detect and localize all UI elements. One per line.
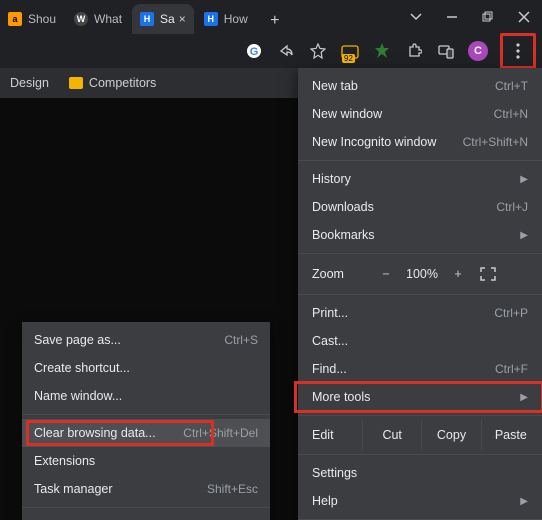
menu-downloads[interactable]: DownloadsCtrl+J <box>298 193 542 221</box>
tab-4[interactable]: H How <box>196 4 256 34</box>
extensions-puzzle-icon[interactable] <box>404 41 424 61</box>
menu-separator <box>298 160 542 161</box>
maximize-icon <box>482 11 494 23</box>
main-menu: New tabCtrl+T New windowCtrl+N New Incog… <box>298 68 542 520</box>
chevron-down-icon <box>410 11 422 23</box>
menu-separator <box>298 415 542 416</box>
zoom-label: Zoom <box>312 267 372 281</box>
tab-strip: a Shou W What H Sa × H How + <box>0 0 288 34</box>
profile-avatar[interactable]: C <box>468 41 488 61</box>
fullscreen-icon <box>480 267 496 281</box>
submenu-name-window[interactable]: Name window... <box>22 382 270 410</box>
menu-separator <box>22 507 270 508</box>
submenu-create-shortcut[interactable]: Create shortcut... <box>22 354 270 382</box>
tab-search-button[interactable] <box>398 3 434 31</box>
menu-cast[interactable]: Cast... <box>298 327 542 355</box>
fullscreen-button[interactable] <box>480 267 498 281</box>
menu-separator <box>22 414 270 415</box>
bookmark-folder-competitors[interactable]: Competitors <box>69 76 156 90</box>
tab-2[interactable]: W What <box>66 4 130 34</box>
folder-icon <box>69 77 83 89</box>
menu-zoom-row: Zoom − 100% + <box>298 258 542 290</box>
menu-find[interactable]: Find...Ctrl+F <box>298 355 542 383</box>
chevron-right-icon: ▶ <box>520 230 528 241</box>
menu-separator <box>298 253 542 254</box>
submenu-task-manager[interactable]: Task managerShift+Esc <box>22 475 270 503</box>
browser-window: a Shou W What H Sa × H How + <box>0 0 542 520</box>
submenu-save-page[interactable]: Save page as...Ctrl+S <box>22 326 270 354</box>
more-tools-submenu: Save page as...Ctrl+S Create shortcut...… <box>22 322 270 520</box>
menu-separator <box>298 454 542 455</box>
google-icon[interactable]: G <box>244 41 264 61</box>
close-tab-icon[interactable]: × <box>179 12 186 26</box>
menu-new-tab[interactable]: New tabCtrl+T <box>298 72 542 100</box>
menu-help[interactable]: Help▶ <box>298 487 542 515</box>
kebab-highlight-box <box>500 33 536 69</box>
menu-kebab-button[interactable] <box>504 37 532 65</box>
menu-settings[interactable]: Settings <box>298 459 542 487</box>
chevron-right-icon: ▶ <box>520 496 528 507</box>
favicon-4: H <box>204 12 218 26</box>
zoom-value: 100% <box>400 267 444 281</box>
menu-new-window[interactable]: New windowCtrl+N <box>298 100 542 128</box>
menu-more-tools[interactable]: More tools▶ <box>298 383 542 411</box>
tab-1[interactable]: a Shou <box>0 4 64 34</box>
menu-print[interactable]: Print...Ctrl+P <box>298 299 542 327</box>
bookmark-folder-label: Competitors <box>89 76 156 90</box>
extension-icon-1[interactable] <box>372 41 392 61</box>
title-bar: a Shou W What H Sa × H How + <box>0 0 542 34</box>
minimize-button[interactable] <box>434 3 470 31</box>
bookmark-item-design[interactable]: Design <box>10 76 49 90</box>
tab-title: How <box>224 12 248 26</box>
favicon-2: W <box>74 12 88 26</box>
tab-title: Shou <box>28 12 56 26</box>
new-tab-button[interactable]: + <box>262 8 288 34</box>
share-icon[interactable] <box>276 41 296 61</box>
zoom-in-button[interactable]: + <box>444 267 472 281</box>
menu-new-incognito[interactable]: New Incognito windowCtrl+Shift+N <box>298 128 542 156</box>
tab-title: Sa <box>160 12 175 26</box>
submenu-clear-browsing-data[interactable]: Clear browsing data...Ctrl+Shift+Del <box>22 419 270 447</box>
close-window-button[interactable] <box>506 3 542 31</box>
chevron-right-icon: ▶ <box>520 392 528 403</box>
maximize-button[interactable] <box>470 3 506 31</box>
tab-title: What <box>94 12 122 26</box>
tab-3[interactable]: H Sa × <box>132 4 194 34</box>
favicon-1: a <box>8 12 22 26</box>
minimize-icon <box>446 11 458 23</box>
svg-text:G: G <box>250 46 259 58</box>
toolbar: G 92 C <box>0 34 542 68</box>
zoom-out-button[interactable]: − <box>372 267 400 281</box>
menu-edit-row: Edit Cut Copy Paste <box>298 420 542 450</box>
extension-badge-count: 92 <box>342 54 355 63</box>
submenu-developer-tools[interactable]: Developer toolsCtrl+Shift+I <box>22 512 270 520</box>
menu-separator <box>298 294 542 295</box>
edit-label: Edit <box>312 428 362 442</box>
devices-icon[interactable] <box>436 41 456 61</box>
edit-copy-button[interactable]: Copy <box>421 420 480 450</box>
edit-cut-button[interactable]: Cut <box>362 420 421 450</box>
bookmark-star-icon[interactable] <box>308 41 328 61</box>
submenu-extensions[interactable]: Extensions <box>22 447 270 475</box>
menu-bookmarks[interactable]: Bookmarks▶ <box>298 221 542 249</box>
close-icon <box>518 11 530 23</box>
menu-history[interactable]: History▶ <box>298 165 542 193</box>
favicon-3: H <box>140 12 154 26</box>
chevron-right-icon: ▶ <box>520 174 528 185</box>
window-controls <box>398 0 542 34</box>
edit-paste-button[interactable]: Paste <box>481 420 540 450</box>
kebab-icon <box>516 43 520 59</box>
extension-badge-icon[interactable]: 92 <box>340 41 360 61</box>
